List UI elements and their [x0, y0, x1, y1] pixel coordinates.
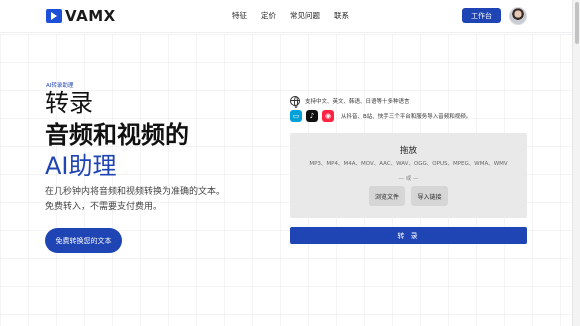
nav-faq[interactable]: 常见问题 [290, 10, 320, 22]
bilibili-icon: ▭ [290, 110, 302, 122]
xiaohongshu-icon: ◉ [322, 110, 334, 122]
hero-title-line1: 转录 [45, 89, 93, 117]
free-convert-button[interactable]: 免费转换您的文本 [45, 228, 122, 253]
hero-description-line2: 免费转入，不需要支付费用。 [45, 202, 163, 212]
main-nav: 特征 定价 常见问题 联系 [232, 10, 363, 22]
platform-import-row: ▭ ♪ ◉ 从抖音、B站、快手三个平台和服务导入音频和视频。 [290, 110, 471, 122]
avatar[interactable] [509, 7, 527, 25]
scrollbar[interactable] [572, 0, 580, 326]
file-dropzone[interactable]: 拖放 MP3、MP4、M4A、MOV、AAC、WAV、OGG、OPUS、MPEG… [290, 133, 527, 218]
transcribe-button[interactable]: 转 录 [290, 227, 527, 244]
language-support-text: 支持中文、英文、韩语、日语等十多种语言 [305, 99, 410, 105]
nav-contact[interactable]: 联系 [334, 10, 349, 22]
globe-icon [290, 96, 300, 108]
top-header: VAMX 特征 定价 常见问题 联系 工作台 [0, 0, 572, 33]
dropzone-title: 拖放 [399, 146, 417, 156]
workbench-button[interactable]: 工作台 [462, 8, 501, 23]
nav-pricing[interactable]: 定价 [261, 10, 276, 22]
tiktok-icon: ♪ [306, 110, 318, 122]
platform-import-text: 从抖音、B站、快手三个平台和服务导入音频和视频。 [341, 114, 472, 120]
browse-files-button[interactable]: 浏览文件 [369, 186, 405, 206]
supported-formats: MP3、MP4、M4A、MOV、AAC、WAV、OGG、OPUS、MPEG、WM… [309, 161, 508, 167]
hero-title-line2: 音频和视频的 [45, 121, 189, 149]
logo[interactable]: VAMX [46, 7, 116, 25]
logo-text: VAMX [65, 7, 116, 25]
or-divider: — 或 — [398, 176, 419, 182]
logo-play-icon [46, 9, 62, 23]
hero-title-line3: AI助理 [45, 152, 117, 180]
import-link-button[interactable]: 导入链接 [411, 186, 448, 206]
scrollbar-thumb[interactable] [575, 2, 579, 44]
hero-description-line1: 在几秒钟内将音频和视频转换为准确的文本。 [45, 187, 226, 197]
language-support-row: 支持中文、英文、韩语、日语等十多种语言 [290, 96, 410, 108]
nav-features[interactable]: 特征 [232, 10, 247, 22]
